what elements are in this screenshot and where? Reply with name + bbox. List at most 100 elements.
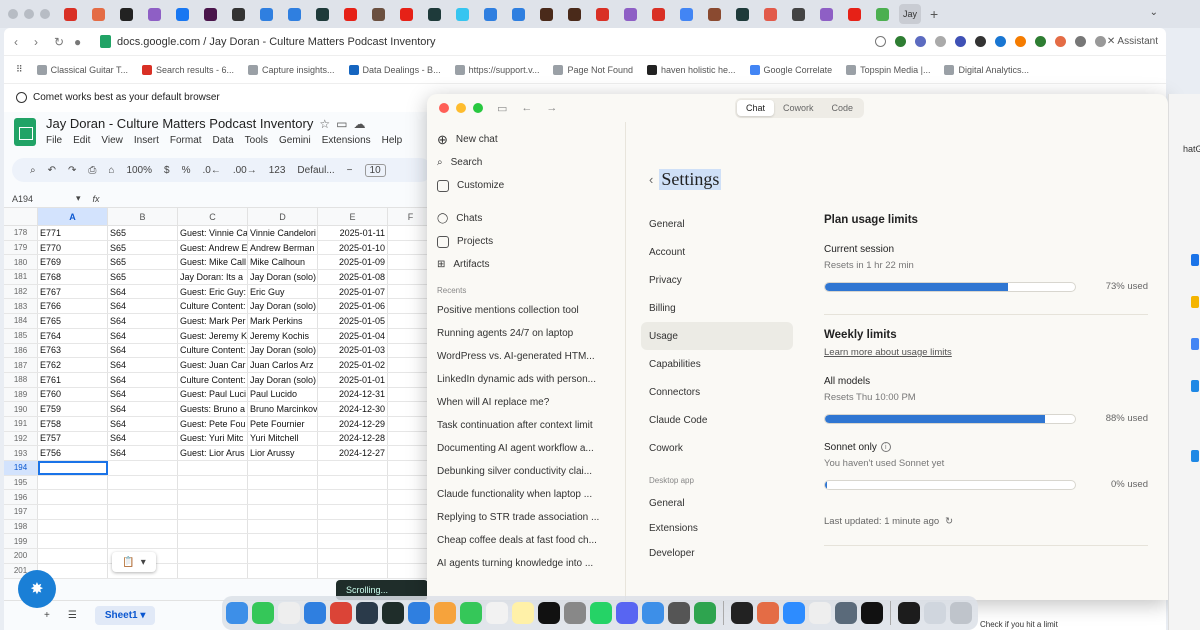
cell-a[interactable]: E760 xyxy=(38,387,108,402)
cell-c[interactable]: Guest: Yuri Mitc xyxy=(178,431,248,446)
decrease-decimal-button[interactable]: .0← xyxy=(202,165,220,176)
back-arrow-icon[interactable]: ← xyxy=(521,102,532,115)
settings-nav-desktop-general[interactable]: General xyxy=(641,491,793,516)
close-window-button[interactable] xyxy=(439,103,449,113)
tab-slack-2[interactable] xyxy=(451,4,473,24)
cell-e[interactable]: 2025-01-06 xyxy=(318,299,388,314)
cell-d[interactable]: Mike Calhoun xyxy=(248,255,318,270)
cell-a[interactable] xyxy=(38,505,108,519)
bookmark[interactable]: Digital Analytics... xyxy=(944,64,1029,75)
cell-d[interactable] xyxy=(248,519,318,534)
tab-person-3[interactable] xyxy=(787,4,809,24)
tab-slack[interactable] xyxy=(199,4,221,24)
app-icon[interactable] xyxy=(1191,254,1199,266)
menu-view[interactable]: View xyxy=(101,135,123,146)
cell-a[interactable]: E765 xyxy=(38,314,108,328)
app-icon[interactable] xyxy=(1191,296,1199,308)
cell-d[interactable]: Vinnie Candelori xyxy=(248,226,318,240)
cell-a[interactable]: E769 xyxy=(38,255,108,270)
print-icon[interactable]: ⎙ xyxy=(88,165,96,176)
cell-e[interactable]: 2025-01-10 xyxy=(318,240,388,255)
comet-icon[interactable] xyxy=(382,602,404,624)
tab-green[interactable] xyxy=(871,4,893,24)
increase-decimal-button[interactable]: .00→ xyxy=(233,165,257,176)
cell-b[interactable]: S64 xyxy=(108,387,178,402)
cell-e[interactable]: 2024-12-30 xyxy=(318,402,388,416)
cell-b[interactable]: S64 xyxy=(108,416,178,431)
app-icon[interactable] xyxy=(694,602,716,624)
menu-tools[interactable]: Tools xyxy=(245,135,268,146)
add-sheet-icon[interactable]: + xyxy=(44,610,50,621)
cell-e[interactable]: 2025-01-01 xyxy=(318,372,388,387)
menu-data[interactable]: Data xyxy=(213,135,234,146)
recent-chat[interactable]: WordPress vs. AI-generated HTM... xyxy=(427,345,617,368)
customize-button[interactable]: Customize xyxy=(427,174,625,197)
row-number[interactable]: 184 xyxy=(4,314,38,328)
tab-youtube-1[interactable] xyxy=(339,4,361,24)
tab-docs[interactable] xyxy=(675,4,697,24)
apps-grid-icon[interactable]: ⠿ xyxy=(16,64,23,75)
minimize-window-button[interactable] xyxy=(456,103,466,113)
paint-format-icon[interactable]: ⌂ xyxy=(108,165,114,176)
settings-nav-billing[interactable]: Billing xyxy=(641,294,793,322)
menu-format[interactable]: Format xyxy=(170,135,202,146)
finder-icon[interactable] xyxy=(226,602,248,624)
address-bar[interactable]: docs.google.com / Jay Doran - Culture Ma… xyxy=(100,35,436,48)
reminders-icon[interactable] xyxy=(486,602,508,624)
tab-purple-2[interactable] xyxy=(619,4,641,24)
recent-chat[interactable]: Cheap coffee deals at fast food ch... xyxy=(427,529,617,552)
cell-c[interactable]: Guest: Mike Call xyxy=(178,255,248,270)
row-number[interactable]: 196 xyxy=(4,490,38,505)
cell-d[interactable] xyxy=(248,563,318,578)
settings-nav-extensions[interactable]: Extensions xyxy=(641,516,793,541)
terminal-icon[interactable] xyxy=(861,602,883,624)
chats-button[interactable]: ◯ Chats xyxy=(427,207,625,230)
discord-icon[interactable] xyxy=(616,602,638,624)
new-chat-button[interactable]: ⊕ New chat xyxy=(427,128,625,151)
zoom-select[interactable]: 100% xyxy=(126,165,152,176)
cell-a[interactable]: E756 xyxy=(38,446,108,460)
row-number[interactable]: 191 xyxy=(4,416,38,431)
row-number[interactable]: 189 xyxy=(4,387,38,402)
cell-a[interactable]: E759 xyxy=(38,402,108,416)
app-icon[interactable] xyxy=(1191,380,1199,392)
tab-dark-2[interactable] xyxy=(423,4,445,24)
cell-e[interactable]: 2025-01-04 xyxy=(318,328,388,343)
zoom-icon[interactable] xyxy=(783,602,805,624)
mic-icon[interactable]: ● xyxy=(74,35,94,49)
bookmark[interactable]: Classical Guitar T... xyxy=(36,64,128,75)
cell-d[interactable]: Bruno Marcinkov xyxy=(248,402,318,416)
recent-chat[interactable]: LinkedIn dynamic ads with person... xyxy=(427,368,617,391)
tab-gmail-3[interactable] xyxy=(647,4,669,24)
row-number[interactable]: 198 xyxy=(4,519,38,534)
bookmark[interactable]: Page Not Found xyxy=(553,64,633,75)
cell-e[interactable] xyxy=(318,563,388,578)
cell-a[interactable] xyxy=(38,519,108,534)
folder-icon[interactable] xyxy=(898,602,920,624)
mode-cowork[interactable]: Cowork xyxy=(774,100,823,116)
tab-image-2[interactable] xyxy=(563,4,585,24)
row-number[interactable]: 186 xyxy=(4,343,38,358)
extension-icon-5[interactable] xyxy=(975,36,986,47)
cell-d[interactable] xyxy=(248,549,318,563)
cell-c[interactable]: Guest: Mark Per xyxy=(178,314,248,328)
cell-e[interactable]: 2024-12-28 xyxy=(318,431,388,446)
recent-chat[interactable]: Running agents 24/7 on laptop xyxy=(427,322,617,345)
tab-active-profile[interactable]: Jay xyxy=(899,4,921,24)
row-number[interactable]: 179 xyxy=(4,240,38,255)
cell-e[interactable] xyxy=(318,490,388,505)
extension-icon-11[interactable] xyxy=(1095,36,1106,47)
tab-person-1[interactable] xyxy=(367,4,389,24)
settings-header[interactable]: ‹ Settings xyxy=(649,169,722,190)
redo-icon[interactable]: ↷ xyxy=(68,165,76,176)
cell-b[interactable]: S65 xyxy=(108,240,178,255)
extension-icon-8[interactable] xyxy=(1035,36,1046,47)
cell-d[interactable]: Eric Guy xyxy=(248,284,318,299)
name-box-dropdown-icon[interactable]: ▾ xyxy=(76,193,81,204)
cell-c[interactable]: Culture Content: xyxy=(178,372,248,387)
cell-a[interactable] xyxy=(38,534,108,549)
cell-b[interactable]: S64 xyxy=(108,299,178,314)
cell-c[interactable]: Guests: Bruno a xyxy=(178,402,248,416)
cell-c[interactable] xyxy=(178,461,248,475)
cell-b[interactable]: S64 xyxy=(108,431,178,446)
